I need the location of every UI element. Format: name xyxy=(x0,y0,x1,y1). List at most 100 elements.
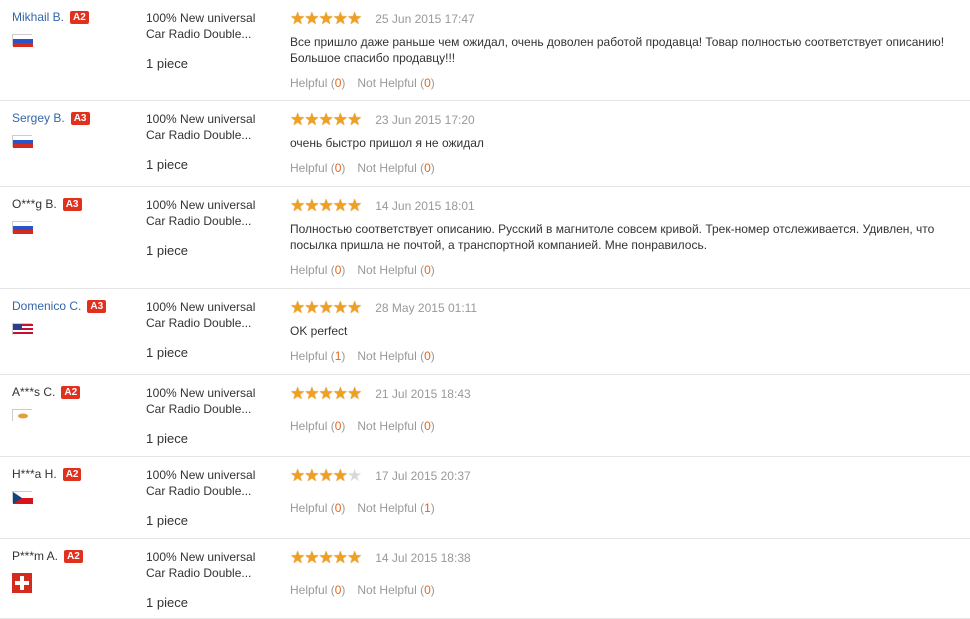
buyer-level-badge: A3 xyxy=(62,198,82,211)
star-filled-icon: ★ xyxy=(347,298,362,317)
star-filled-icon: ★ xyxy=(290,9,305,28)
helpful-count: 0 xyxy=(334,501,342,515)
helpful-count: 0 xyxy=(334,76,342,90)
star-filled-icon: ★ xyxy=(318,9,334,28)
review-text: Полностью соответствует описанию. Русски… xyxy=(290,222,935,252)
review-date: 14 Jul 2015 18:38 xyxy=(375,551,471,565)
reviewer: Sergey B. A3 xyxy=(12,111,137,148)
reviewer-name[interactable]: Sergey B. xyxy=(12,111,65,125)
quantity: 1 piece xyxy=(146,595,188,610)
reviewer: O***g B. A3 xyxy=(12,197,137,234)
star-filled-icon: ★ xyxy=(304,110,319,129)
not-helpful-count: 0 xyxy=(424,263,431,277)
review-date: 14 Jun 2015 18:01 xyxy=(375,199,475,213)
star-filled-icon: ★ xyxy=(332,466,348,485)
reviewer-name: O***g B. xyxy=(12,197,57,211)
review-content: ★★★★★ 23 Jun 2015 17:20 очень быстро пришо… xyxy=(290,110,960,176)
product-title-line[interactable]: 100% New universal xyxy=(146,549,281,565)
review-date: 17 Jul 2015 20:37 xyxy=(375,469,471,483)
product-title-line[interactable]: 100% New universal xyxy=(146,197,281,213)
quantity: 1 piece xyxy=(146,513,188,528)
helpful-votes: Helpful (0) Not Helpful (0) xyxy=(290,583,960,597)
not-helpful-button[interactable]: Not Helpful (0) xyxy=(357,349,434,363)
helpful-count: 0 xyxy=(334,161,342,175)
helpful-count: 1 xyxy=(334,349,342,363)
star-filled-icon: ★ xyxy=(332,196,348,215)
buyer-level-badge: A3 xyxy=(70,112,90,125)
buyer-level-badge: A2 xyxy=(62,468,82,481)
helpful-votes: Helpful (0) Not Helpful (0) xyxy=(290,161,960,175)
reviewer-name[interactable]: Mikhail B. xyxy=(12,10,64,24)
not-helpful-button[interactable]: Not Helpful (0) xyxy=(357,419,434,433)
star-filled-icon: ★ xyxy=(304,196,319,215)
star-filled-icon: ★ xyxy=(318,384,334,403)
not-helpful-count: 0 xyxy=(424,161,431,175)
not-helpful-button[interactable]: Not Helpful (0) xyxy=(357,583,434,597)
product-title-line[interactable]: 100% New universal xyxy=(146,111,281,127)
helpful-button[interactable]: Helpful (0) xyxy=(290,161,345,175)
product-title-line[interactable]: Car Radio Double... xyxy=(146,401,281,417)
quantity: 1 piece xyxy=(146,345,188,360)
helpful-votes: Helpful (0) Not Helpful (1) xyxy=(290,501,960,515)
product-title-line[interactable]: Car Radio Double... xyxy=(146,315,281,331)
product-info: 100% New universal Car Radio Double... 1 p… xyxy=(146,197,281,259)
star-filled-icon: ★ xyxy=(332,110,348,129)
review-row: Mikhail B. A2 100% New universal Car Radio … xyxy=(0,0,970,101)
helpful-count: 0 xyxy=(334,419,342,433)
country-flag-icon xyxy=(12,221,33,234)
product-title-line[interactable]: Car Radio Double... xyxy=(146,483,281,499)
not-helpful-button[interactable]: Not Helpful (0) xyxy=(357,76,434,90)
helpful-button[interactable]: Helpful (1) xyxy=(290,349,345,363)
country-flag-icon xyxy=(12,409,33,422)
reviewer-name: A***s C. xyxy=(12,385,56,399)
helpful-votes: Helpful (0) Not Helpful (0) xyxy=(290,76,960,90)
helpful-button[interactable]: Helpful (0) xyxy=(290,76,345,90)
product-title-line[interactable]: Car Radio Double... xyxy=(146,26,281,42)
review-text: Все пришло даже раньше чем ожидал, очень… xyxy=(290,35,945,65)
reviewer: H***a H. A2 xyxy=(12,467,137,504)
quantity: 1 piece xyxy=(146,56,188,71)
not-helpful-count: 0 xyxy=(424,583,431,597)
product-title-line[interactable]: Car Radio Double... xyxy=(146,565,281,581)
helpful-votes: Helpful (1) Not Helpful (0) xyxy=(290,349,960,363)
helpful-votes: Helpful (0) Not Helpful (0) xyxy=(290,419,960,433)
helpful-button[interactable]: Helpful (0) xyxy=(290,583,345,597)
product-title-line[interactable]: 100% New universal xyxy=(146,299,281,315)
star-filled-icon: ★ xyxy=(347,9,362,28)
star-rating: ★★★★★ xyxy=(290,384,362,403)
reviewer: P***m A. A2 xyxy=(12,549,137,593)
star-filled-icon: ★ xyxy=(347,384,362,403)
star-rating: ★★★★★ xyxy=(290,548,362,567)
review-date: 28 May 2015 01:11 xyxy=(375,301,478,315)
product-title-line[interactable]: 100% New universal xyxy=(146,385,281,401)
product-title-line[interactable]: Car Radio Double... xyxy=(146,213,281,229)
star-filled-icon: ★ xyxy=(290,196,305,215)
star-filled-icon: ★ xyxy=(304,298,319,317)
star-filled-icon: ★ xyxy=(332,298,348,317)
product-title-line[interactable]: Car Radio Double... xyxy=(146,127,281,143)
star-rating: ★★★★★ xyxy=(290,110,362,129)
review-date: 25 Jun 2015 17:47 xyxy=(375,12,475,26)
reviewer: Domenico C. A3 xyxy=(12,299,137,336)
star-filled-icon: ★ xyxy=(304,548,319,567)
not-helpful-button[interactable]: Not Helpful (0) xyxy=(357,263,434,277)
not-helpful-count: 1 xyxy=(424,501,431,515)
star-filled-icon: ★ xyxy=(332,9,348,28)
product-title-line[interactable]: 100% New universal xyxy=(146,467,281,483)
helpful-button[interactable]: Helpful (0) xyxy=(290,501,345,515)
buyer-level-badge: A2 xyxy=(70,11,89,24)
helpful-button[interactable]: Helpful (0) xyxy=(290,263,345,277)
product-info: 100% New universal Car Radio Double... 1 p… xyxy=(146,385,281,447)
not-helpful-button[interactable]: Not Helpful (0) xyxy=(357,161,434,175)
reviewer-name[interactable]: Domenico C. xyxy=(12,299,81,313)
product-title-line[interactable]: 100% New universal xyxy=(146,10,281,26)
review-text: OK perfect xyxy=(290,324,348,338)
helpful-count: 0 xyxy=(334,583,342,597)
not-helpful-button[interactable]: Not Helpful (1) xyxy=(357,501,434,515)
helpful-count: 0 xyxy=(334,263,342,277)
review-content: ★★★★★ 14 Jun 2015 18:01 Полностью соответс… xyxy=(290,196,960,278)
star-filled-icon: ★ xyxy=(332,384,348,403)
helpful-button[interactable]: Helpful (0) xyxy=(290,419,345,433)
country-flag-icon xyxy=(12,135,33,148)
review-row: Sergey B. A3 100% New universal Car Radio D… xyxy=(0,101,970,187)
